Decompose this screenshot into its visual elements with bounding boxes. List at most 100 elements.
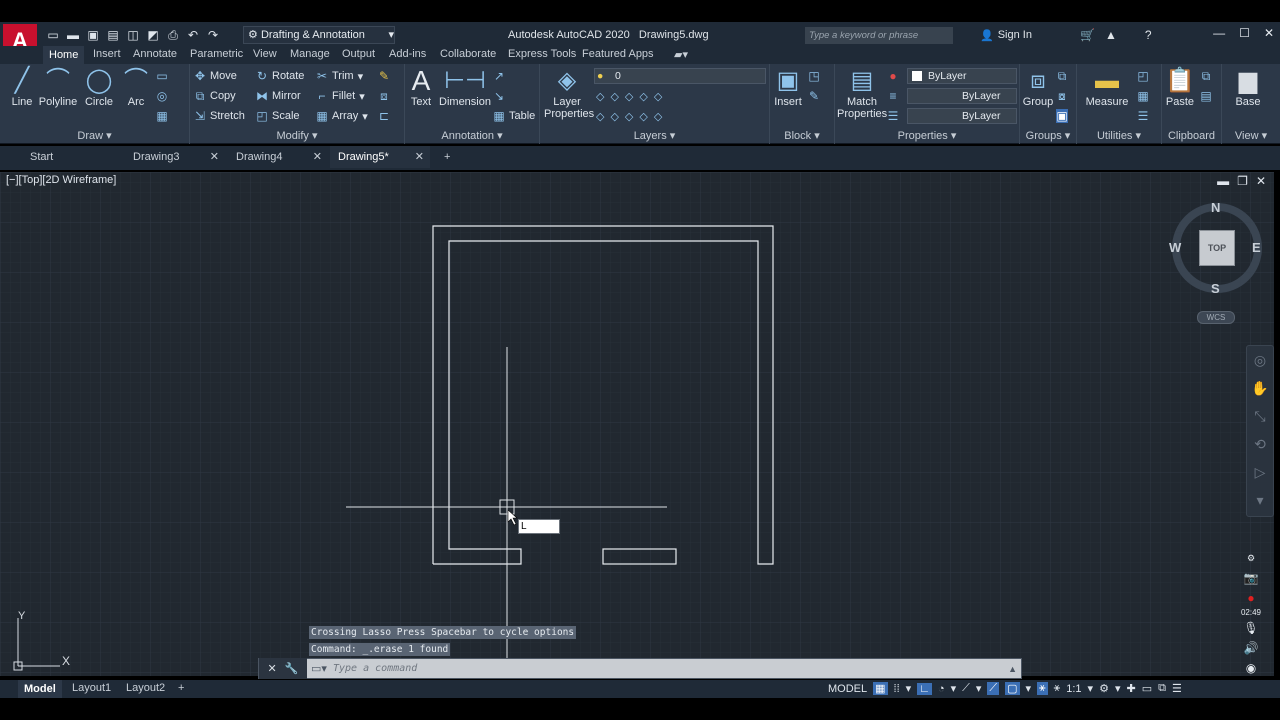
draw-panel-title[interactable]: Draw ▾ — [0, 129, 189, 142]
modify-panel-title[interactable]: Modify ▾ — [190, 129, 404, 142]
restore-icon[interactable]: ❐ — [1237, 174, 1248, 188]
close-icon[interactable]: ✕ — [210, 146, 219, 168]
chevron-down-icon[interactable]: ▾ — [1026, 682, 1032, 695]
linear-button[interactable]: ↘ — [493, 88, 505, 104]
object-snap-icon[interactable]: ▢ — [1005, 682, 1020, 695]
ortho-icon[interactable]: ∟ — [917, 682, 932, 695]
rectangle-button[interactable]: ▭ — [156, 68, 168, 84]
linetype-dropdown[interactable]: ByLayer — [907, 88, 1017, 104]
undo-icon[interactable]: ↶ — [184, 27, 202, 43]
layer-properties-button[interactable]: ◈ Layer Properties — [544, 68, 594, 121]
compass-north[interactable]: N — [1211, 200, 1220, 215]
microphone-icon[interactable]: 🎙 — [1240, 618, 1262, 638]
command-prompt-icon[interactable]: ▭▾ — [311, 662, 327, 675]
base-view-button[interactable]: ▆ Base — [1230, 68, 1266, 109]
new-file-icon[interactable]: ▭ — [44, 27, 62, 43]
polar-icon[interactable]: ◔ — [938, 683, 945, 695]
cloud-save-icon[interactable]: ◩ — [144, 27, 162, 43]
copy-clip-button[interactable]: ⧉ — [1200, 68, 1212, 84]
compass-west[interactable]: W — [1169, 240, 1181, 255]
tab-layout1[interactable]: Layout1 — [72, 682, 111, 694]
auto-scale-icon[interactable]: ⚹ — [1054, 682, 1061, 695]
file-tab-start[interactable]: Start — [22, 146, 122, 168]
layers-panel-title[interactable]: Layers ▾ — [540, 129, 769, 142]
save-icon[interactable]: ▣ — [84, 27, 102, 43]
gradient-button[interactable]: ▦ — [156, 108, 168, 124]
wrench-icon[interactable]: 🔧 — [285, 662, 299, 675]
object-snap-tracking-icon[interactable]: ⟋ — [987, 682, 1000, 695]
snap-icon[interactable]: ⁞⁞ — [894, 683, 900, 695]
insert-block-button[interactable]: ▣ Insert — [772, 68, 804, 109]
chevron-up-icon[interactable]: ▲ — [1008, 664, 1017, 674]
pan-icon[interactable]: ✋ — [1247, 374, 1273, 402]
tab-express-tools[interactable]: Express Tools — [508, 48, 576, 60]
circle-button[interactable]: ◯ Circle — [82, 68, 116, 109]
sign-in-button[interactable]: 👤 Sign In — [980, 29, 1032, 42]
plot-icon[interactable]: ⎙ — [164, 27, 182, 43]
polyline-button[interactable]: ⌒ Polyline — [38, 68, 78, 109]
viewport-controls-label[interactable]: [−][Top][2D Wireframe] — [6, 174, 116, 186]
file-tab-drawing3[interactable]: Drawing3 ✕ — [125, 146, 225, 168]
paste-button[interactable]: 📋 Paste — [1164, 68, 1196, 109]
record-icon[interactable]: ● — [1240, 588, 1262, 608]
groups-panel-title[interactable]: Groups ▾ — [1020, 129, 1076, 142]
offset-button[interactable]: ⊏ — [378, 108, 390, 124]
close-icon[interactable]: ✕ — [415, 146, 424, 168]
calculator-button[interactable]: ▦ — [1137, 88, 1149, 104]
open-folder-icon[interactable]: ▬ — [64, 27, 82, 43]
close-icon[interactable]: ✕ — [313, 146, 322, 168]
annotation-scale[interactable]: 1:1 — [1066, 683, 1081, 695]
close-icon[interactable]: ✕ — [1256, 174, 1266, 188]
quick-properties-icon[interactable]: ⧉ — [1158, 682, 1166, 695]
trim-button[interactable]: ✂ Trim ▾ — [316, 68, 363, 84]
chevron-down-icon[interactable]: ▾ — [976, 682, 982, 695]
linetype-button[interactable]: ≡ — [887, 88, 899, 104]
array-button[interactable]: ▦ Array ▾ — [316, 108, 367, 124]
measure-button[interactable]: ▬ Measure — [1081, 68, 1133, 109]
tab-featured-apps[interactable]: Featured Apps — [582, 48, 654, 60]
tab-output[interactable]: Output — [342, 48, 375, 60]
table-button[interactable]: ▦ Table — [493, 108, 535, 124]
leader-button[interactable]: ↗ — [493, 68, 505, 84]
zoom-icon[interactable]: ⤡ — [1247, 402, 1273, 430]
dimension-button[interactable]: ⊢⊣ Dimension — [439, 68, 491, 109]
tab-model[interactable]: Model — [18, 680, 62, 698]
fillet-button[interactable]: ⌐ Fillet ▾ — [316, 88, 364, 104]
dynamic-input-box[interactable]: L — [518, 519, 560, 534]
isodraft-icon[interactable]: ⟋ — [962, 682, 970, 695]
scale-button[interactable]: ◰ Scale — [256, 108, 299, 124]
lineweight-button[interactable]: ☰ — [887, 108, 899, 124]
tab-collaborate[interactable]: Collaborate — [440, 48, 496, 60]
mirror-button[interactable]: ⧓ Mirror — [256, 88, 301, 104]
ribbon-options-icon[interactable]: ▰▾ — [674, 48, 688, 61]
navbar-menu-icon[interactable]: ▾ — [1247, 486, 1273, 514]
tab-annotate[interactable]: Annotate — [133, 48, 177, 60]
workspace-dropdown[interactable]: ⚙ Drafting & Annotation ▾ — [243, 26, 395, 44]
layer-tools-row-1[interactable]: ◇◇◇◇◇ — [596, 88, 668, 104]
lineweight-dropdown[interactable]: ByLayer — [907, 108, 1017, 124]
annotation-visibility-icon[interactable]: ⚹ — [1037, 682, 1048, 695]
units-icon[interactable]: ▭ — [1142, 682, 1152, 695]
model-space-button[interactable]: MODEL — [828, 683, 867, 695]
group-button[interactable]: ⧈ Group — [1022, 68, 1054, 109]
help-icon[interactable]: ? — [1145, 28, 1152, 42]
hatch-button[interactable]: ◎ — [156, 88, 168, 104]
color-wheel-button[interactable]: ● — [887, 68, 899, 84]
showmotion-icon[interactable]: ▷ — [1247, 458, 1273, 486]
redo-icon[interactable]: ↷ — [204, 27, 222, 43]
group-edit-button[interactable]: ⧇ — [1056, 88, 1068, 104]
annotation-panel-title[interactable]: Annotation ▾ — [405, 129, 539, 142]
cut-button[interactable]: ▤ — [1200, 88, 1212, 104]
quick-select-button[interactable]: ◰ — [1137, 68, 1149, 84]
color-dropdown[interactable]: ByLayer — [907, 68, 1017, 84]
group-select-button[interactable]: ▣ — [1056, 108, 1068, 124]
layer-dropdown[interactable]: ● 0 — [594, 68, 766, 84]
camera-icon[interactable]: 📷 — [1240, 568, 1262, 588]
file-tab-drawing5[interactable]: Drawing5* ✕ — [330, 146, 430, 168]
webcam-icon[interactable]: ◉ — [1240, 658, 1262, 678]
customization-icon[interactable]: ☰ — [1172, 682, 1182, 695]
drawing-viewport[interactable]: [−][Top][2D Wireframe] ▬ ❐ ✕ Y X — [0, 172, 1274, 676]
speaker-icon[interactable]: 🔊 — [1240, 638, 1262, 658]
clipboard-panel-title[interactable]: Clipboard — [1162, 130, 1221, 142]
a360-icon[interactable]: ▲ — [1105, 28, 1117, 42]
